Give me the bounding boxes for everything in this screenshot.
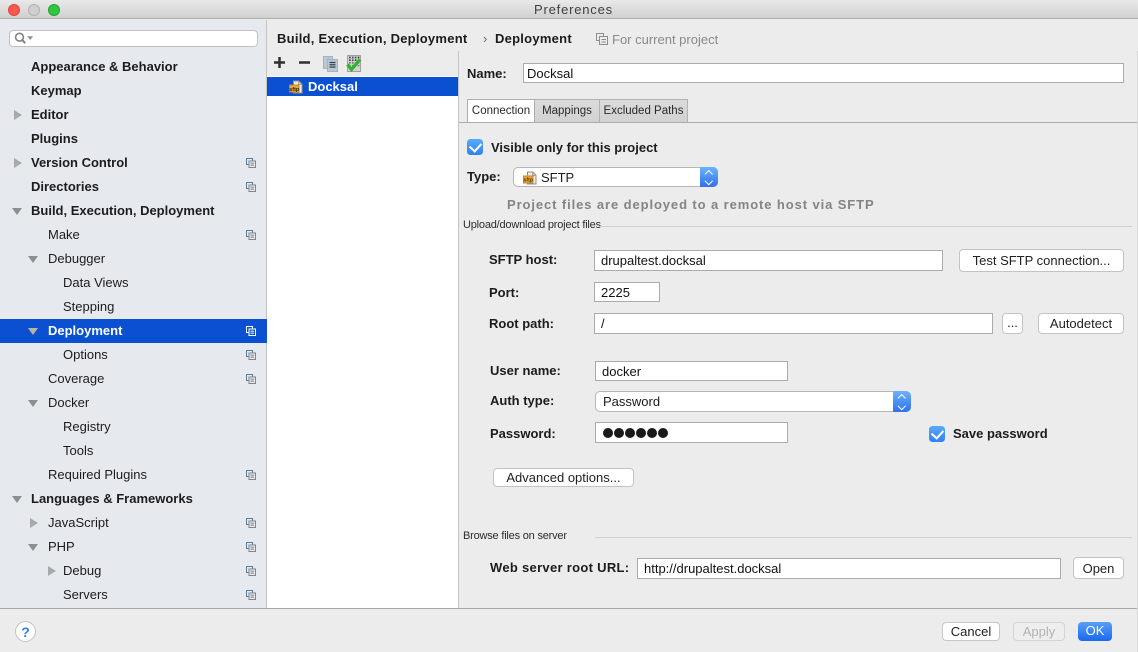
svg-text:sftp: sftp [289,87,300,93]
svg-text:sftp: sftp [524,178,533,184]
